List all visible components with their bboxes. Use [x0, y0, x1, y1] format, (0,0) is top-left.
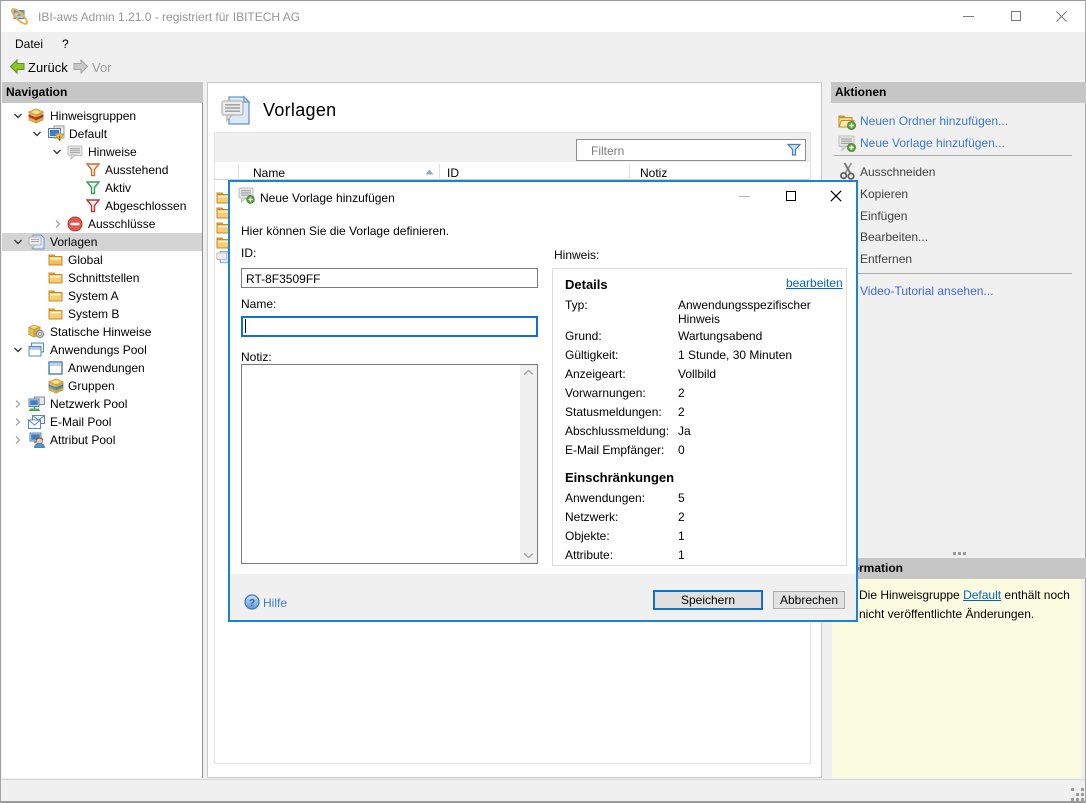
svg-text:?: ? — [249, 598, 255, 609]
